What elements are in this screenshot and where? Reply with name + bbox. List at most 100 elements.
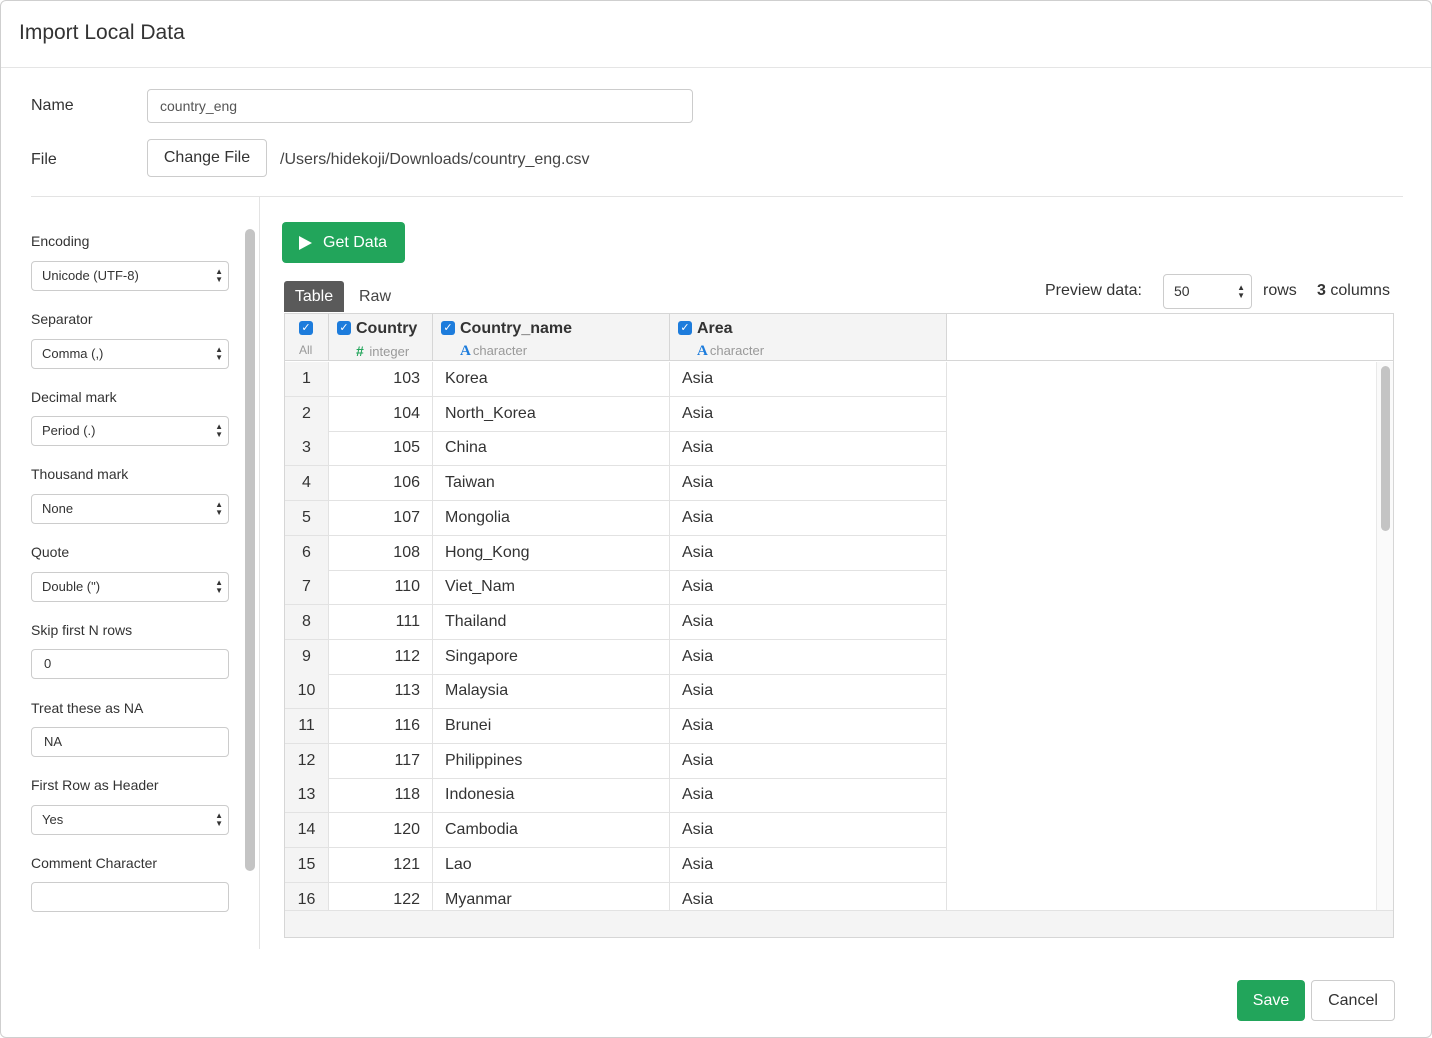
table-row: 14 120 Cambodia Asia (285, 813, 947, 849)
cell-country: 117 (329, 743, 433, 779)
na-input[interactable]: NA (31, 727, 229, 757)
encoding-value: Unicode (UTF-8) (42, 268, 139, 283)
hash-icon: # (356, 343, 364, 359)
row-index: 2 (285, 396, 329, 432)
column-checkbox[interactable]: ✓ (678, 321, 692, 335)
cell-area: Asia (670, 466, 947, 502)
select-all-checkbox[interactable]: ✓ (299, 321, 313, 335)
panel-divider (259, 197, 260, 949)
cell-country-name: Lao (433, 847, 670, 883)
name-label: Name (31, 97, 74, 114)
preview-table: ✓ All ✓ Country # integer ✓ Country_name… (284, 313, 1394, 938)
cell-area: Asia (670, 362, 947, 397)
select-arrows-icon: ▲ ▼ (215, 500, 223, 517)
cell-country: 111 (329, 604, 433, 640)
dialog-title: Import Local Data (19, 21, 185, 44)
preview-rows-select[interactable]: 50 ▲ ▼ (1163, 274, 1252, 309)
column-name[interactable]: Country_name (460, 320, 572, 338)
separator-select[interactable]: Comma (,) ▲ ▼ (31, 339, 229, 369)
cell-country-name: Malaysia (433, 674, 670, 710)
encoding-select[interactable]: Unicode (UTF-8) ▲ ▼ (31, 261, 229, 291)
cell-area: Asia (670, 709, 947, 744)
change-file-button[interactable]: Change File (147, 139, 267, 177)
cell-country: 107 (329, 500, 433, 536)
select-arrows-icon: ▲ ▼ (215, 267, 223, 284)
table-scrollbar[interactable] (1381, 366, 1390, 531)
cell-area: Asia (670, 639, 947, 675)
cell-country-name: Taiwan (433, 466, 670, 502)
column-name[interactable]: Area (697, 320, 733, 338)
cell-country: 113 (329, 674, 433, 710)
table-row: 9 112 Singapore Asia (285, 639, 947, 675)
column-checkbox[interactable]: ✓ (441, 321, 455, 335)
dialog-header: Import Local Data (1, 1, 1431, 68)
header-select[interactable]: Yes ▲ ▼ (31, 805, 229, 835)
table-row: 11 116 Brunei Asia (285, 709, 947, 744)
row-index: 6 (285, 535, 329, 571)
header-value: Yes (42, 812, 64, 827)
cell-area: Asia (670, 813, 947, 849)
columns-count: 3 (1317, 282, 1326, 299)
table-row: 2 104 North_Korea Asia (285, 396, 947, 432)
separator-label: Separator (31, 311, 93, 327)
character-type-icon: A (697, 343, 708, 359)
column-type: Acharacter (460, 343, 528, 359)
row-index: 11 (285, 709, 329, 744)
cell-country: 110 (329, 570, 433, 606)
row-index: 14 (285, 813, 329, 849)
table-row: 5 107 Mongolia Asia (285, 500, 947, 536)
rows-unit-label: rows (1263, 282, 1297, 299)
cell-country-name: Indonesia (433, 778, 670, 814)
na-label: Treat these as NA (31, 700, 144, 716)
table-row: 1 103 Korea Asia (285, 362, 947, 397)
cell-area: Asia (670, 500, 947, 536)
cell-country-name: North_Korea (433, 396, 670, 432)
row-index: 8 (285, 604, 329, 640)
table-row: 7 110 Viet_Nam Asia (285, 570, 947, 606)
separator-value: Comma (,) (42, 346, 104, 361)
table-row: 8 111 Thailand Asia (285, 604, 947, 640)
quote-select[interactable]: Double (") ▲ ▼ (31, 572, 229, 602)
cell-country-name: Singapore (433, 639, 670, 675)
get-data-label: Get Data (323, 234, 388, 251)
cancel-button[interactable]: Cancel (1311, 980, 1395, 1021)
cell-country: 106 (329, 466, 433, 502)
settings-scrollbar[interactable] (245, 229, 255, 871)
file-label: File (31, 151, 57, 168)
cell-area: Asia (670, 674, 947, 710)
header-filler (947, 314, 1393, 361)
tab-table[interactable]: Table (284, 281, 344, 312)
cell-country: 120 (329, 813, 433, 849)
cell-area: Asia (670, 778, 947, 814)
cell-country: 116 (329, 709, 433, 744)
play-icon (299, 236, 312, 250)
decimal-select[interactable]: Period (.) ▲ ▼ (31, 416, 229, 446)
import-dialog: Import Local Data Name country_eng File … (0, 0, 1432, 1038)
all-label: All (299, 343, 313, 357)
get-data-button[interactable]: Get Data (282, 222, 405, 263)
tab-raw[interactable]: Raw (359, 288, 391, 306)
select-arrows-icon: ▲ ▼ (215, 422, 223, 439)
cell-country-name: Philippines (433, 743, 670, 779)
cell-country: 112 (329, 639, 433, 675)
column-checkbox[interactable]: ✓ (337, 321, 351, 335)
thousand-select[interactable]: None ▲ ▼ (31, 494, 229, 524)
quote-value: Double (") (42, 579, 101, 594)
save-button[interactable]: Save (1237, 980, 1305, 1021)
column-name[interactable]: Country (356, 320, 417, 338)
skip-rows-label: Skip first N rows (31, 622, 133, 638)
cell-country: 104 (329, 396, 433, 432)
row-index: 5 (285, 500, 329, 536)
row-index: 4 (285, 466, 329, 502)
table-row: 13 118 Indonesia Asia (285, 778, 947, 814)
divider (31, 196, 1403, 197)
comment-input[interactable] (31, 882, 229, 912)
table-row: 15 121 Lao Asia (285, 847, 947, 883)
table-footer (285, 910, 1393, 937)
column-header-area: ✓ Area Acharacter (670, 314, 947, 361)
decimal-label: Decimal mark (31, 389, 117, 405)
skip-rows-input[interactable]: 0 (31, 649, 229, 679)
table-row: 6 108 Hong_Kong Asia (285, 535, 947, 571)
columns-unit: columns (1330, 282, 1390, 299)
name-input[interactable]: country_eng (147, 89, 693, 123)
